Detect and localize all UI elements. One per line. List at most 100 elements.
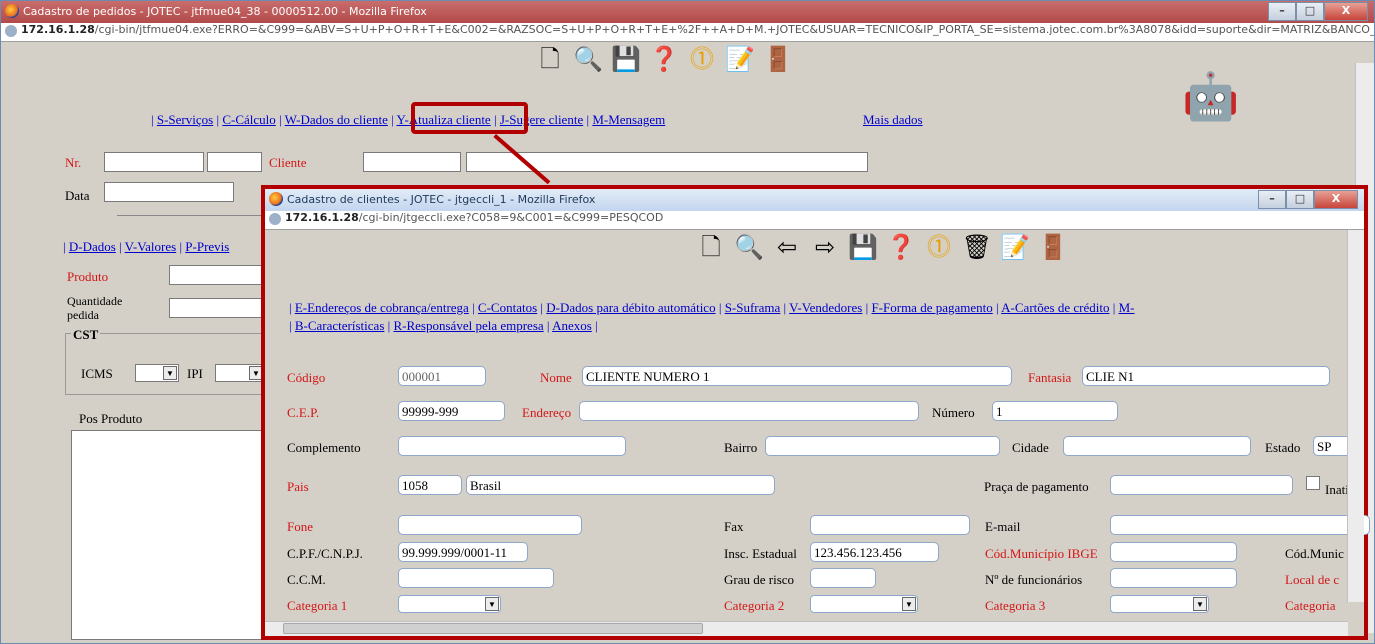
icms-label: ICMS (81, 366, 113, 381)
client-address-bar[interactable]: 172.16.1.28/cgi-bin/jtgeccli.exe?C058=9&… (265, 211, 1364, 230)
pos-produto-header: Pos Produto (79, 411, 143, 426)
exit-icon[interactable]: 🚪 (763, 46, 793, 74)
trash-icon[interactable]: 🗑 (962, 234, 992, 262)
nome-field[interactable]: CLIENTE NUMERO 1 (582, 366, 1012, 386)
categoria2-select[interactable]: ▼ (810, 595, 918, 613)
client-toolbar: 🗋 🔍 ⇦ ⇨ 💾 ❓ ⓵ 🗑 📝 🚪 (697, 234, 1068, 262)
complemento-field[interactable] (398, 436, 626, 456)
cidade-field[interactable] (1063, 436, 1251, 456)
menu-mensagem[interactable]: M-Mensagem (592, 112, 665, 127)
tab-dados[interactable]: D-Dados (69, 239, 116, 254)
funcionarios-field[interactable] (1110, 568, 1237, 588)
codigo-field[interactable]: 000001 (398, 366, 486, 386)
close-button[interactable]: X (1314, 190, 1358, 209)
menu-cartoes[interactable]: A-Cartões de crédito (1001, 300, 1109, 315)
grau-risco-field[interactable] (810, 568, 876, 588)
maximize-button[interactable]: □ (1286, 190, 1314, 209)
produto-field[interactable] (169, 265, 269, 285)
local-label: Local de c (1285, 572, 1340, 587)
items-list[interactable] (71, 430, 271, 640)
notepad-icon[interactable]: 📝 (725, 46, 755, 74)
cidade-label: Cidade (1012, 440, 1049, 455)
tab-previsao[interactable]: P-Previs (185, 239, 229, 254)
produto-label: Produto (67, 269, 109, 284)
firefox-icon (269, 192, 283, 206)
cpf-field[interactable]: 99.999.999/0001-11 (398, 542, 528, 562)
menu-caracteristicas[interactable]: B-Características (295, 318, 385, 333)
fone-field[interactable] (398, 515, 582, 535)
warning-icon[interactable]: ⓵ (688, 46, 716, 74)
binoculars-icon[interactable]: 🔍 (734, 234, 764, 262)
nr-label: Nr. (65, 155, 82, 170)
numero-field[interactable]: 1 (992, 401, 1118, 421)
ccm-field[interactable] (398, 568, 554, 588)
exit-icon[interactable]: 🚪 (1038, 234, 1068, 262)
menu-debito[interactable]: D-Dados para débito automático (546, 300, 715, 315)
notepad-icon[interactable]: 📝 (1000, 234, 1030, 262)
client-horizontal-scrollbar[interactable] (265, 621, 1348, 636)
cod-munic-label: Cód.Munic (1285, 546, 1344, 561)
save-icon[interactable]: 💾 (611, 46, 641, 74)
fantasia-field[interactable]: CLIE N1 (1082, 366, 1330, 386)
categoria3-select[interactable]: ▼ (1110, 595, 1209, 613)
email-field[interactable] (1110, 515, 1370, 535)
codigo-label: Código (287, 370, 326, 385)
cliente-code-field[interactable] (363, 152, 461, 172)
menu-m[interactable]: M- (1119, 300, 1135, 315)
nr-sub-field[interactable] (207, 152, 262, 172)
new-document-icon[interactable]: 🗋 (536, 46, 564, 74)
client-titlebar: Cadastro de clientes - JOTEC - jtgeccli_… (265, 189, 1364, 211)
insc-field[interactable]: 123.456.123.456 (810, 542, 939, 562)
scroll-thumb[interactable] (283, 623, 703, 634)
divider (117, 215, 267, 216)
minimize-button[interactable]: – (1258, 190, 1286, 209)
maximize-button[interactable]: □ (1296, 2, 1324, 21)
menu-anexos[interactable]: Anexos (552, 318, 592, 333)
close-button[interactable]: X (1324, 2, 1368, 21)
menu-vendedores[interactable]: V-Vendedores (789, 300, 862, 315)
help-icon[interactable]: ❓ (886, 234, 916, 262)
menu-calculo[interactable]: C-Cálculo (222, 112, 275, 127)
menu-responsavel[interactable]: R-Responsável pela empresa (393, 318, 543, 333)
client-menu-row2: | B-Características | R-Responsável pela… (289, 318, 598, 333)
tab-valores[interactable]: V-Valores (125, 239, 177, 254)
inativo-checkbox[interactable] (1306, 476, 1320, 490)
new-document-icon[interactable]: 🗋 (697, 234, 725, 262)
quantidade-field[interactable] (169, 298, 269, 318)
minimize-button[interactable]: – (1268, 2, 1296, 21)
menu-dados-cliente[interactable]: W-Dados do cliente (285, 112, 388, 127)
main-address-bar[interactable]: 172.16.1.28/cgi-bin/jtfmue04.exe?ERRO=&C… (1, 23, 1374, 42)
warning-icon[interactable]: ⓵ (925, 234, 953, 262)
menu-forma-pagamento[interactable]: F-Forma de pagamento (871, 300, 992, 315)
quantidade-label: Quantidade pedida (67, 294, 123, 322)
menu-servicos[interactable]: S-Serviços (157, 112, 213, 127)
pais-code-field[interactable]: 1058 (398, 475, 462, 495)
menu-enderecos[interactable]: E-Endereços de cobrança/entrega (295, 300, 469, 315)
menu-contatos[interactable]: C-Contatos (478, 300, 537, 315)
fone-label: Fone (287, 519, 313, 534)
categoria1-select[interactable]: ▼ (398, 595, 501, 613)
binoculars-icon[interactable]: 🔍 (573, 46, 603, 74)
ipi-select[interactable]: ▼ (215, 364, 265, 382)
client-window: Cadastro de clientes - JOTEC - jtgeccli_… (261, 185, 1370, 640)
mais-dados-link[interactable]: Mais dados (863, 112, 923, 127)
nr-field[interactable] (104, 152, 204, 172)
fantasia-label: Fantasia (1028, 370, 1072, 385)
save-icon[interactable]: 💾 (848, 234, 878, 262)
pais-name-field[interactable]: Brasil (466, 475, 775, 495)
cod-ibge-field[interactable] (1110, 542, 1237, 562)
forward-arrow-icon[interactable]: ⇨ (811, 234, 839, 262)
fax-field[interactable] (810, 515, 970, 535)
cep-field[interactable]: 99999-999 (398, 401, 505, 421)
menu-suframa[interactable]: S-Suframa (725, 300, 781, 315)
praca-field[interactable] (1110, 475, 1293, 495)
categoria4-label: Categoria (1285, 598, 1336, 613)
back-arrow-icon[interactable]: ⇦ (773, 234, 801, 262)
icms-select[interactable]: ▼ (135, 364, 179, 382)
client-vertical-scrollbar[interactable] (1347, 230, 1364, 602)
data-field[interactable] (104, 182, 234, 202)
bairro-field[interactable] (765, 436, 1000, 456)
help-icon[interactable]: ❓ (649, 46, 679, 74)
endereco-field[interactable] (579, 401, 919, 421)
numero-label: Número (932, 405, 975, 420)
